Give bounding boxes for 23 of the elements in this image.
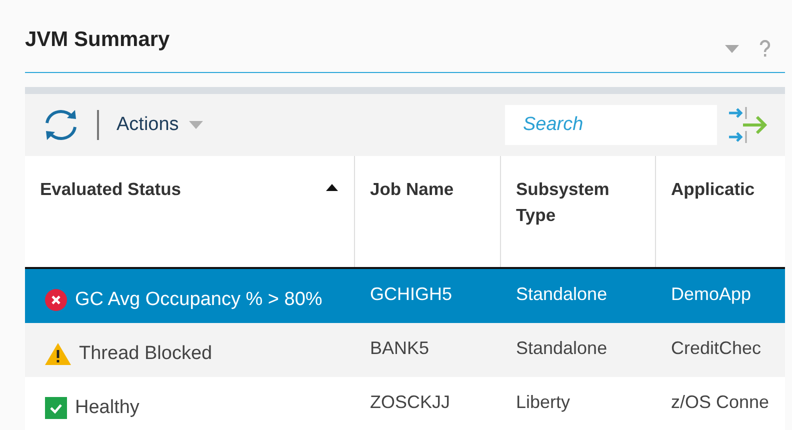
table-cell: BANK5	[370, 338, 430, 358]
table-cell: Standalone	[516, 338, 608, 358]
status-text: GC Avg Occupancy % > 80%	[75, 289, 322, 311]
dropdown-caret-icon[interactable]	[725, 45, 739, 53]
table-cell: Standalone	[516, 284, 608, 304]
table-row[interactable]: Healthy ZOSCKJJ Liberty z/OS Conne	[25, 377, 785, 430]
table-cell: CreditChec	[671, 338, 762, 358]
panel-title: JVM Summary	[25, 28, 170, 52]
column-header[interactable]: Applicatic	[656, 156, 785, 267]
table-cell: GCHIGH5	[370, 284, 452, 304]
caret-icon	[188, 121, 203, 129]
status-text: Healthy	[75, 397, 140, 419]
table-row[interactable]: Thread Blocked BANK5 Standalone CreditChec	[25, 323, 785, 377]
search-field[interactable]: Search	[505, 105, 717, 145]
table-row[interactable]: GC Avg Occupancy % > 80% GCHIGH5 Standalone DemoApp	[25, 267, 785, 323]
table-cell: Liberty	[516, 392, 570, 412]
table-cell: DemoApp	[671, 284, 752, 304]
status-text: Thread Blocked	[79, 343, 212, 365]
table-cell: ZOSCKJJ	[370, 392, 450, 412]
help-icon[interactable]	[759, 40, 771, 58]
table-cell: z/OS Conne	[671, 392, 770, 412]
actions-menu-button[interactable]: Actions	[116, 114, 203, 136]
expand-columns-icon[interactable]	[727, 104, 769, 146]
